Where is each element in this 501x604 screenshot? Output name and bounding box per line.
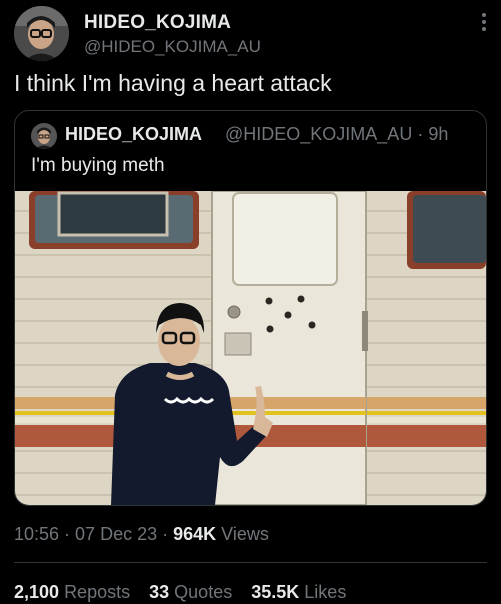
quoted-time[interactable]: 9h — [428, 124, 448, 144]
quoted-tweet-text: I'm buying meth — [31, 155, 165, 176]
tweet-time[interactable]: 10:56 — [14, 524, 59, 544]
author-handle[interactable]: @HIDEO_KOJIMA_AU — [84, 37, 261, 57]
quoted-tweet[interactable]: HIDEO_KOJIMA @HIDEO_KOJIMA_AU · 9h I'm b… — [14, 110, 487, 506]
tweet-header: HIDEO_KOJIMA @HIDEO_KOJIMA_AU — [14, 6, 494, 64]
author-name[interactable]: HIDEO_KOJIMA — [84, 12, 231, 34]
dot-separator: · — [417, 124, 424, 144]
rv-photo-illustration — [15, 191, 486, 505]
quoted-author-name[interactable]: HIDEO_KOJIMA — [65, 124, 202, 145]
likes-label: Likes — [304, 582, 347, 602]
reposts-count: 2,100 — [14, 582, 60, 602]
quoted-photo[interactable] — [15, 191, 486, 505]
tweet-date[interactable]: 07 Dec 23 — [75, 524, 157, 544]
tweet-text: I think I'm having a heart attack — [14, 70, 332, 96]
likes-stat[interactable]: 35.5K Likes — [251, 582, 346, 602]
divider — [14, 562, 487, 563]
likes-count: 35.5K — [251, 582, 300, 602]
views-count: 964K — [173, 524, 217, 544]
quoted-author-meta: @HIDEO_KOJIMA_AU · 9h — [225, 124, 448, 145]
quoted-author-avatar[interactable] — [31, 123, 57, 149]
tweet-meta: 10:56 · 07 Dec 23 · 964K Views — [14, 524, 269, 544]
quotes-stat[interactable]: 33 Quotes — [149, 582, 232, 602]
quotes-label: Quotes — [174, 582, 233, 602]
quotes-count: 33 — [149, 582, 170, 602]
reposts-stat[interactable]: 2,100 Reposts — [14, 582, 130, 602]
quoted-avatar-image — [31, 123, 57, 149]
quoted-author-handle[interactable]: @HIDEO_KOJIMA_AU — [225, 124, 412, 144]
more-vertical-icon[interactable] — [474, 12, 494, 36]
avatar-image — [14, 6, 69, 61]
views-label: Views — [221, 524, 269, 544]
author-avatar[interactable] — [14, 6, 69, 61]
reposts-label: Reposts — [64, 582, 131, 602]
engagement-stats: 2,100 Reposts 33 Quotes 35.5K Likes — [14, 582, 360, 603]
